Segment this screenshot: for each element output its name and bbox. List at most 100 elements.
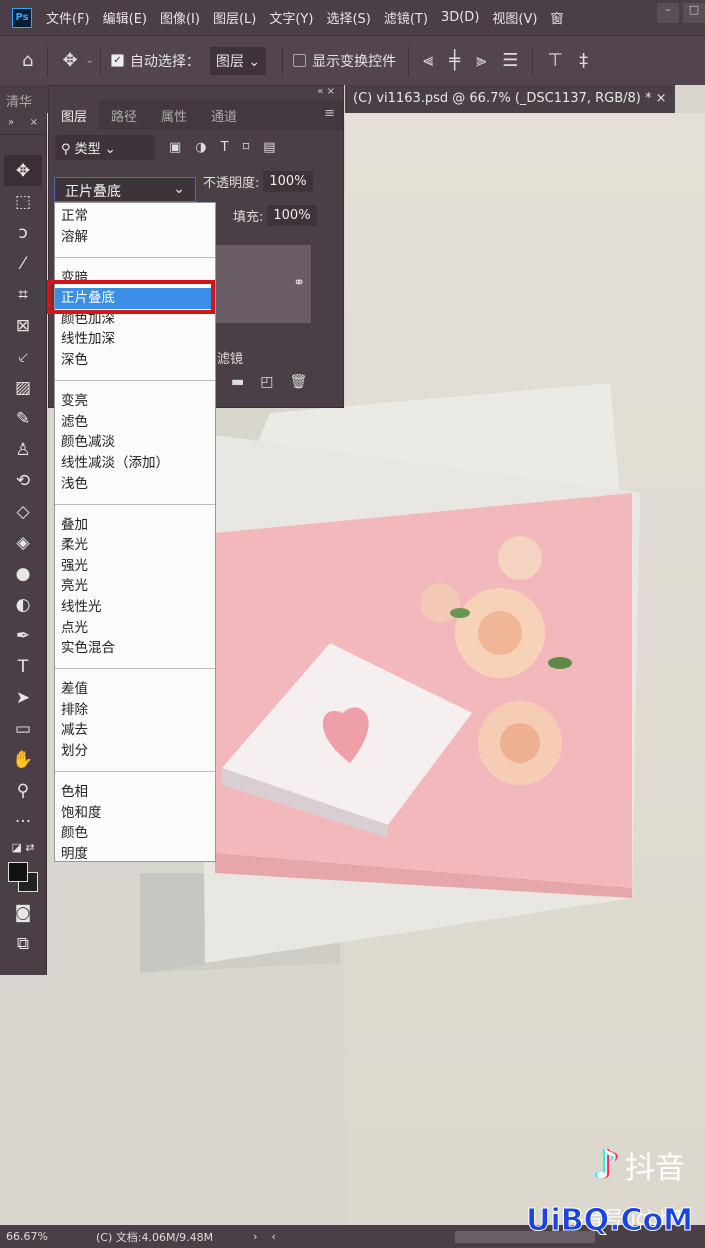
tab-properties[interactable]: 属性 (149, 100, 199, 130)
magic-wand-icon[interactable]: ⁄ (0, 248, 46, 279)
chevron-down-icon[interactable]: ⌄ (86, 55, 94, 66)
blend-mode-item[interactable]: 颜色 (55, 823, 215, 844)
blur-tool-icon[interactable]: ● (0, 558, 46, 589)
more-tools-icon[interactable]: ··· (0, 806, 46, 837)
blend-mode-item[interactable]: 线性减淡（添加） (55, 453, 215, 474)
close-icon[interactable]: × (656, 91, 667, 106)
move-tool-icon[interactable]: ✥ (4, 155, 42, 186)
blend-mode-dropdown[interactable]: 正片叠底 ⌄ (54, 177, 196, 202)
move-tool-icon[interactable]: ✥ (62, 50, 77, 71)
auto-select-checkbox[interactable]: ✓ (110, 54, 124, 67)
brush-tool-icon[interactable]: ✎ (0, 403, 46, 434)
adjustment-filter-icon[interactable]: ◑ (195, 140, 206, 155)
align-center-icon[interactable]: ╪ (449, 50, 460, 71)
type-filter-icon[interactable]: T (221, 140, 229, 155)
blend-mode-item[interactable]: 颜色减淡 (55, 432, 215, 453)
blend-mode-item[interactable]: 差值 (55, 679, 215, 700)
blend-mode-item[interactable]: 点光 (55, 618, 215, 639)
align-right-icon[interactable]: ⫸ (476, 50, 486, 71)
layer-row[interactable]: ⚭ (216, 245, 311, 323)
history-brush-icon[interactable]: ⟲ (0, 465, 46, 496)
scroll-left-icon[interactable]: ‹ (272, 1230, 276, 1243)
menu-select[interactable]: 选择(S) (326, 8, 370, 27)
blend-mode-item[interactable]: 叠加 (55, 515, 215, 536)
menu-edit[interactable]: 编辑(E) (103, 8, 147, 27)
opacity-input[interactable]: 100% (263, 170, 313, 192)
menu-filter[interactable]: 滤镜(T) (384, 8, 428, 27)
show-transform-checkbox[interactable] (293, 54, 307, 67)
menu-3d[interactable]: 3D(D) (441, 10, 479, 25)
layer-filter-dropdown[interactable]: ⚲ 类型 ⌄ (55, 134, 155, 160)
minimize-button[interactable]: – (657, 3, 679, 23)
collapse-icon[interactable]: « (317, 86, 323, 97)
panel-menu-icon[interactable]: ≡ (316, 100, 343, 130)
menu-file[interactable]: 文件(F) (46, 8, 90, 27)
pixel-filter-icon[interactable]: ▣ (169, 140, 181, 155)
path-select-icon[interactable]: ➤ (0, 682, 46, 713)
new-group-icon[interactable]: ▬ (231, 374, 244, 390)
align-top-icon[interactable]: ⊤ (547, 50, 563, 71)
home-icon[interactable]: ⌂ (22, 50, 33, 71)
blend-mode-item[interactable]: 明度 (55, 844, 215, 865)
menu-type[interactable]: 文字(Y) (269, 8, 313, 27)
blend-mode-item[interactable]: 划分 (55, 741, 215, 762)
tab-channels[interactable]: 通道 (199, 100, 249, 130)
close-icon[interactable]: × (327, 86, 335, 97)
healing-brush-icon[interactable]: ▨ (0, 372, 46, 403)
eraser-icon[interactable]: ◇ (0, 496, 46, 527)
blend-mode-item[interactable]: 线性光 (55, 597, 215, 618)
blend-mode-item[interactable]: 亮光 (55, 576, 215, 597)
dodge-tool-icon[interactable]: ◐ (0, 589, 46, 620)
quick-mask-icon[interactable]: ◙ (0, 897, 46, 928)
blend-mode-item[interactable]: 深色 (55, 350, 215, 371)
blend-mode-item[interactable]: 实色混合 (55, 638, 215, 659)
hand-tool-icon[interactable]: ✋ (0, 744, 46, 775)
lasso-tool-icon[interactable]: ↄ (0, 217, 46, 248)
fill-input[interactable]: 100% (267, 204, 317, 226)
tab-layers[interactable]: 图层 (49, 100, 100, 130)
align-left-icon[interactable]: ⫷ (423, 50, 433, 71)
shape-filter-icon[interactable]: ⌑ (243, 140, 250, 155)
zoom-tool-icon[interactable]: ⚲ (0, 775, 46, 806)
collapse-icon[interactable]: » (8, 117, 14, 130)
blend-mode-item[interactable]: 强光 (55, 556, 215, 577)
paint-bucket-icon[interactable]: ◈ (0, 527, 46, 558)
menu-layer[interactable]: 图层(L) (213, 8, 256, 27)
pen-tool-icon[interactable]: ✒ (0, 620, 46, 651)
frame-tool-icon[interactable]: ⊠ (0, 310, 46, 341)
screen-mode-icon[interactable]: ⧉ (0, 928, 46, 959)
swap-colors-icon[interactable]: ◪ ⇄ (0, 837, 46, 857)
smart-object-filter-icon[interactable]: ▤ (263, 140, 275, 155)
blend-mode-item[interactable]: 变亮 (55, 391, 215, 412)
crop-tool-icon[interactable]: ⌗ (0, 279, 46, 310)
align-middle-icon[interactable]: ‡ (579, 50, 588, 71)
blend-mode-item[interactable]: 排除 (55, 700, 215, 721)
eyedropper-icon[interactable]: ⸔ (0, 341, 46, 372)
chevron-right-icon[interactable]: › (253, 1230, 257, 1243)
document-tab[interactable]: (C) vi1163.psd @ 66.7% (_DSC1137, RGB/8)… (345, 85, 675, 113)
color-swatches[interactable] (0, 857, 46, 897)
distribute-icon[interactable]: ☰ (502, 50, 518, 71)
rectangle-tool-icon[interactable]: ▭ (0, 713, 46, 744)
blend-mode-item[interactable]: 正常 (55, 206, 215, 227)
close-icon[interactable]: × (30, 117, 38, 130)
blend-mode-item[interactable]: 饱和度 (55, 803, 215, 824)
menu-view[interactable]: 视图(V) (492, 8, 537, 27)
blend-mode-item[interactable]: 浅色 (55, 474, 215, 495)
menu-image[interactable]: 图像(I) (160, 8, 200, 27)
new-layer-icon[interactable]: ◰ (260, 374, 273, 390)
blend-mode-item[interactable]: 线性加深 (55, 329, 215, 350)
blend-mode-item[interactable]: 色相 (55, 782, 215, 803)
type-tool-icon[interactable]: T (0, 651, 46, 682)
tab-paths[interactable]: 路径 (99, 100, 149, 130)
delete-icon[interactable]: 🗑 (289, 374, 307, 390)
menu-window[interactable]: 窗 (550, 8, 563, 27)
blend-mode-item[interactable]: 溶解 (55, 227, 215, 248)
maximize-button[interactable]: □ (683, 3, 705, 23)
blend-mode-item[interactable]: 柔光 (55, 535, 215, 556)
blend-mode-item[interactable]: 滤色 (55, 412, 215, 433)
stamp-tool-icon[interactable]: ♙ (0, 434, 46, 465)
marquee-tool-icon[interactable]: ⬚ (0, 186, 46, 217)
zoom-level[interactable]: 66.67% (0, 1230, 60, 1243)
auto-select-dropdown[interactable]: 图层 ⌄ (209, 46, 267, 75)
